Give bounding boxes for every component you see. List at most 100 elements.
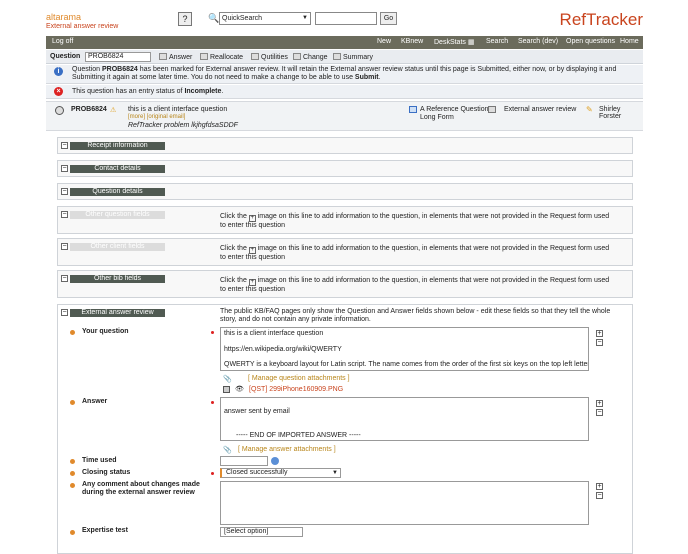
warning-message-text: This question has an entry status of Inc… bbox=[72, 88, 639, 96]
section-other-bib: − Other bib fields Click the + image on … bbox=[57, 270, 633, 298]
form-icon bbox=[409, 106, 417, 113]
search-type-select[interactable]: QuickSearch ▼ bbox=[219, 12, 311, 25]
collapse-toggle[interactable]: − bbox=[61, 243, 68, 250]
collapse-toggle[interactable]: − bbox=[61, 165, 68, 172]
nav-kbnew[interactable]: KBnew bbox=[401, 38, 423, 45]
expand-plus-icon[interactable]: + bbox=[596, 483, 603, 490]
collapse-toggle[interactable]: − bbox=[61, 188, 68, 195]
problem-links[interactable]: [more] [original email] bbox=[128, 114, 185, 120]
time-used-input[interactable] bbox=[220, 456, 268, 466]
collapse-minus-icon[interactable]: − bbox=[596, 339, 603, 346]
section-receipt-title[interactable]: Receipt information bbox=[70, 142, 165, 150]
manage-question-attachments-link[interactable]: [ Manage question attachments ] bbox=[248, 375, 350, 382]
reallocate-action[interactable]: Reallocate bbox=[200, 53, 243, 61]
field-bullet bbox=[70, 471, 75, 476]
logoff-link[interactable]: Log off bbox=[52, 38, 73, 45]
go-button[interactable]: Go bbox=[380, 12, 397, 25]
answer-action[interactable]: Answer bbox=[159, 53, 192, 61]
section-contact: − Contact details bbox=[57, 160, 633, 177]
gear-icon[interactable] bbox=[55, 106, 64, 115]
section-other-question-title[interactable]: Other question fields bbox=[70, 211, 165, 219]
nav-search-dev[interactable]: Search (dev) bbox=[518, 38, 558, 45]
utilities-icon bbox=[251, 53, 259, 60]
section-other-bib-title[interactable]: Other bib fields bbox=[70, 275, 165, 283]
nav-deskstats-label: DeskStats bbox=[434, 39, 466, 46]
your-question-line2: https://en.wikipedia.org/wiki/QWERTY bbox=[224, 346, 342, 353]
collapse-minus-icon[interactable]: − bbox=[596, 492, 603, 499]
nav-home[interactable]: Home bbox=[620, 38, 639, 45]
nav-open-questions[interactable]: Open questions bbox=[566, 38, 615, 45]
closing-status-label: Closing status bbox=[82, 469, 131, 476]
view-icon[interactable]: 👁 bbox=[235, 385, 244, 393]
chevron-down-icon: ▼ bbox=[302, 15, 308, 21]
question-bar: Question PROB6824 Answer Reallocate Quti… bbox=[46, 50, 643, 64]
section-other-question: − Other question fields Click the + imag… bbox=[57, 206, 633, 234]
click-pre: Click the bbox=[220, 213, 247, 220]
expand-plus-icon[interactable]: + bbox=[596, 400, 603, 407]
qutilities-action-label: Qutilities bbox=[261, 54, 288, 61]
qutilities-action[interactable]: Qutilities bbox=[251, 53, 288, 61]
plus-icon: + bbox=[248, 247, 256, 254]
info-text-1: Question bbox=[72, 66, 102, 73]
info-text-3: . bbox=[378, 74, 381, 81]
your-question-label: Your question bbox=[82, 328, 129, 335]
error-icon: × bbox=[54, 87, 63, 96]
status-icon bbox=[488, 106, 496, 113]
answer-label: Answer bbox=[82, 398, 108, 405]
collapse-toggle[interactable]: − bbox=[61, 211, 68, 218]
warning-message: × This question has an entry status of I… bbox=[46, 85, 643, 99]
section-question: − Question details bbox=[57, 183, 633, 200]
expertise-label: Expertise test bbox=[82, 527, 128, 534]
problem-subtitle: RefTracker problem lkjhgfdsaSDDF bbox=[128, 122, 238, 129]
info-text-2: has been marked for External answer revi… bbox=[72, 66, 617, 81]
answer-textarea[interactable]: answer sent by email ----- END OF IMPORT… bbox=[220, 397, 589, 441]
entry-status: Incomplete bbox=[184, 88, 222, 95]
collapse-toggle[interactable]: − bbox=[61, 142, 68, 149]
expertise-select[interactable]: [Select option] bbox=[220, 527, 303, 537]
logo-subtitle: External answer review bbox=[46, 23, 119, 30]
attachment-file-link[interactable]: [QST] 299iPhone160909.PNG bbox=[249, 386, 343, 393]
logo[interactable]: altarama External answer review bbox=[46, 12, 118, 30]
problem-row: PROB6824 ⚠ this is a client interface qu… bbox=[46, 101, 643, 131]
click-post: image on this line to add information to… bbox=[220, 245, 610, 261]
click-post: image on this line to add information to… bbox=[220, 277, 610, 293]
section-external-review: − External answer review The public KB/F… bbox=[57, 304, 633, 554]
nav-new[interactable]: New bbox=[377, 38, 391, 45]
nav-deskstats[interactable]: DeskStats ▦ bbox=[434, 38, 474, 46]
section-question-title[interactable]: Question details bbox=[70, 188, 165, 196]
plus-icon: + bbox=[248, 279, 256, 286]
closing-status-select[interactable]: Closed successfully ▼ bbox=[220, 468, 341, 478]
plus-icon: + bbox=[248, 215, 256, 222]
chart-icon: ▦ bbox=[467, 39, 475, 46]
chevron-down-icon: ▼ bbox=[332, 470, 338, 476]
your-question-textarea[interactable]: this is a client interface question http… bbox=[220, 327, 589, 371]
your-question-line1: this is a client interface question bbox=[224, 330, 324, 337]
problem-id[interactable]: PROB6824 bbox=[71, 106, 107, 113]
expand-plus-icon[interactable]: + bbox=[596, 330, 603, 337]
pencil-icon: ✎ bbox=[586, 105, 593, 114]
section-other-client-title[interactable]: Other client fields bbox=[70, 243, 165, 251]
field-bullet bbox=[70, 483, 75, 488]
question-id-input[interactable]: PROB6824 bbox=[85, 52, 151, 62]
change-action[interactable]: Change bbox=[293, 53, 328, 61]
click-post: image on this line to add information to… bbox=[220, 213, 610, 229]
field-bullet bbox=[70, 330, 75, 335]
search-type-value: QuickSearch bbox=[222, 15, 263, 22]
warning-icon: ⚠ bbox=[110, 107, 117, 114]
section-other-bib-desc: Click the + image on this line to add in… bbox=[220, 277, 612, 294]
collapse-toggle[interactable]: − bbox=[61, 309, 68, 316]
collapse-minus-icon[interactable]: − bbox=[596, 409, 603, 416]
summary-action[interactable]: Summary bbox=[333, 53, 373, 61]
help-icon[interactable]: ? bbox=[178, 12, 192, 26]
warn-text-2: . bbox=[221, 88, 224, 95]
comment-textarea[interactable] bbox=[220, 481, 589, 525]
clock-icon[interactable] bbox=[271, 457, 279, 465]
section-contact-title[interactable]: Contact details bbox=[70, 165, 165, 173]
time-used-label: Time used bbox=[82, 457, 117, 464]
search-input[interactable] bbox=[315, 12, 377, 25]
manage-answer-attachments-link[interactable]: [ Manage answer attachments ] bbox=[238, 446, 336, 453]
nav-search[interactable]: Search bbox=[486, 38, 508, 45]
section-external-review-title[interactable]: External answer review bbox=[70, 309, 165, 317]
brand-title: RefTracker bbox=[559, 10, 643, 29]
collapse-toggle[interactable]: − bbox=[61, 275, 68, 282]
